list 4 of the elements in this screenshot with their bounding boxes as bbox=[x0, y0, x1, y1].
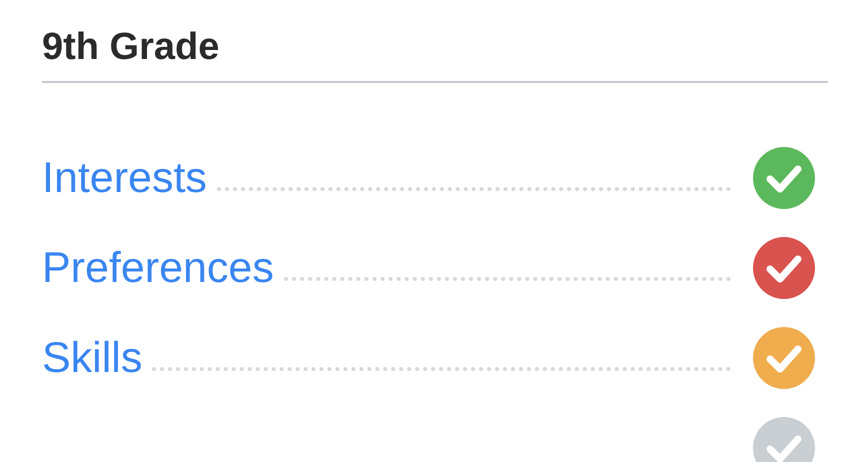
checklist-link[interactable]: Skills bbox=[42, 334, 142, 382]
checklist-link[interactable]: Interests bbox=[42, 154, 207, 202]
section-heading: 9th Grade bbox=[42, 26, 220, 70]
checklist-link[interactable]: Preferences bbox=[42, 244, 274, 292]
